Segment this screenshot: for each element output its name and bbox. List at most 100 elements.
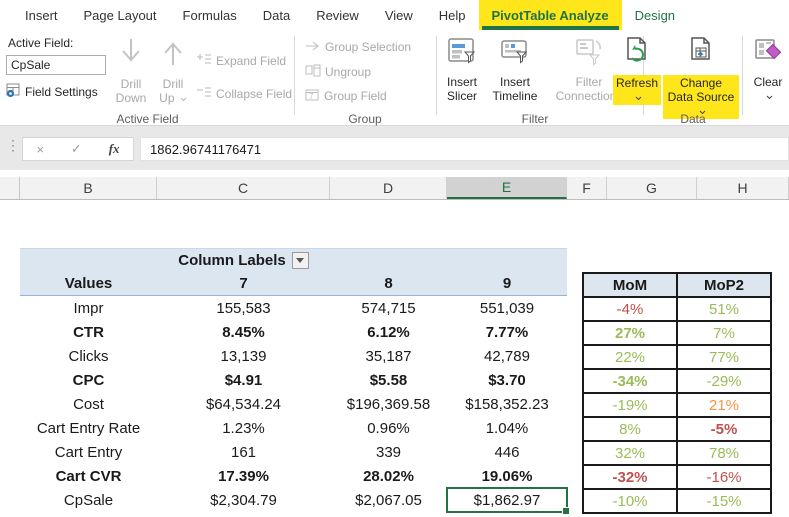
tab-pivottable-analyze[interactable]: PivotTable Analyze	[478, 0, 622, 30]
comparison-cell[interactable]: 77%	[676, 344, 772, 370]
insert-slicer-button[interactable]: Insert Slicer	[440, 36, 484, 103]
refresh-button[interactable]: Refresh	[612, 36, 662, 105]
comparison-cell[interactable]: -19%	[582, 392, 678, 418]
insert-timeline-button[interactable]: Insert Timeline	[486, 36, 544, 103]
pivot-row-label[interactable]: Cart Entry Rate	[20, 416, 157, 440]
tab-formulas[interactable]: Formulas	[170, 0, 250, 30]
pivot-values-label[interactable]: Values	[20, 272, 157, 296]
comparison-cell[interactable]: 32%	[582, 440, 678, 466]
pivot-column-header-8[interactable]: 8	[330, 272, 447, 296]
pivot-cell[interactable]: $4.91	[157, 368, 330, 392]
fx-icon[interactable]: fx	[109, 141, 120, 157]
comparison-cell[interactable]: -4%	[582, 296, 678, 322]
pivot-cell[interactable]: 551,039	[447, 296, 567, 320]
comparison-cell[interactable]: -15%	[676, 488, 772, 514]
pivot-cell[interactable]: $64,534.24	[157, 392, 330, 416]
formula-input[interactable]: 1862.96741176471	[140, 137, 789, 161]
column-header-c[interactable]: C	[157, 177, 330, 199]
field-settings-button[interactable]: Field Settings	[6, 83, 98, 101]
comparison-cell[interactable]: -34%	[582, 368, 678, 394]
pivot-cell[interactable]: $5.58	[330, 368, 447, 392]
pivot-cell[interactable]: 17.39%	[157, 464, 330, 488]
comparison-cell[interactable]: -10%	[582, 488, 678, 514]
active-field-input[interactable]	[6, 55, 106, 75]
tab-page-layout[interactable]: Page Layout	[71, 0, 170, 30]
column-header-stub[interactable]	[0, 177, 20, 199]
comparison-cell[interactable]: 8%	[582, 416, 678, 442]
clear-button[interactable]: Clear	[748, 36, 788, 103]
pivot-cell[interactable]: 13,139	[157, 344, 330, 368]
comparison-cell[interactable]: 21%	[676, 392, 772, 418]
comparison-cell[interactable]: -32%	[582, 464, 678, 490]
column-header-d[interactable]: D	[330, 177, 447, 199]
tab-design[interactable]: Design	[622, 0, 688, 30]
comparison-cell[interactable]: 51%	[676, 296, 772, 322]
pivot-cell[interactable]: 0.96%	[330, 416, 447, 440]
pivot-cell[interactable]: 339	[330, 440, 447, 464]
formula-bar-grip[interactable]: ⋮	[6, 137, 20, 154]
insert-slicer-icon	[447, 36, 477, 71]
column-header-g[interactable]: G	[607, 177, 697, 199]
pivot-cell[interactable]: 1.04%	[447, 416, 567, 440]
pivot-header-cell[interactable]	[447, 248, 567, 272]
pivot-row-label[interactable]: Cost	[20, 392, 157, 416]
comparison-header-mop2[interactable]: MoP2	[676, 272, 772, 298]
pivot-cell[interactable]: 1.23%	[157, 416, 330, 440]
comparison-header-mom[interactable]: MoM	[582, 272, 678, 298]
pivot-cell[interactable]: $2,067.05	[330, 488, 447, 512]
pivot-cell[interactable]: 7.77%	[447, 320, 567, 344]
drill-up-label: Drill Up	[154, 77, 192, 105]
column-header-e[interactable]: E	[447, 177, 567, 199]
pivot-cell[interactable]: 42,789	[447, 344, 567, 368]
comparison-cell[interactable]: 22%	[582, 344, 678, 370]
expand-field-icon	[196, 53, 212, 68]
pivot-column-labels-cell[interactable]: Column Labels	[157, 248, 330, 272]
tab-data[interactable]: Data	[250, 0, 303, 30]
tab-view[interactable]: View	[372, 0, 426, 30]
comparison-row: -10% -15%	[582, 488, 772, 514]
pivot-cell[interactable]: $3.70	[447, 368, 567, 392]
tab-insert[interactable]: Insert	[12, 0, 71, 30]
column-header-b[interactable]: B	[20, 177, 157, 199]
pivot-row-label[interactable]: Impr	[20, 296, 157, 320]
pivot-cell[interactable]: 574,715	[330, 296, 447, 320]
tab-review[interactable]: Review	[303, 0, 372, 30]
pivot-cell[interactable]: 161	[157, 440, 330, 464]
pivot-cell[interactable]: $158,352.23	[447, 392, 567, 416]
pivot-column-header-9[interactable]: 9	[447, 272, 567, 296]
pivot-cell[interactable]: 155,583	[157, 296, 330, 320]
fill-handle[interactable]	[562, 507, 570, 515]
column-header-f[interactable]: F	[567, 177, 607, 199]
pivot-cell-selected[interactable]: $1,862.97	[446, 487, 570, 515]
pivot-header-cell[interactable]	[20, 248, 157, 272]
comparison-cell[interactable]: 27%	[582, 320, 678, 346]
pivot-column-header-7[interactable]: 7	[157, 272, 330, 296]
drill-up-icon	[159, 36, 187, 73]
column-header-h[interactable]: H	[697, 177, 789, 199]
pivot-row-label[interactable]: CpSale	[20, 488, 157, 512]
pivot-cell[interactable]: 446	[447, 440, 567, 464]
pivot-cell[interactable]: $196,369.58	[330, 392, 447, 416]
comparison-cell[interactable]: -16%	[676, 464, 772, 490]
pivot-cell[interactable]: 8.45%	[157, 320, 330, 344]
pivot-cell[interactable]: 28.02%	[330, 464, 447, 488]
column-labels-dropdown-icon[interactable]	[291, 252, 309, 269]
pivot-row-label[interactable]: Clicks	[20, 344, 157, 368]
sheet-area[interactable]: Column Labels Values 7 8 9 Impr 155,583 574,715…	[0, 200, 789, 517]
pivot-row-label[interactable]: Cart CVR	[20, 464, 157, 488]
tab-help[interactable]: Help	[426, 0, 479, 30]
change-data-source-button[interactable]: Change Data Source	[663, 36, 739, 119]
pivot-header-cell[interactable]	[330, 248, 447, 272]
comparison-cell[interactable]: 7%	[676, 320, 772, 346]
pivot-row-label[interactable]: CTR	[20, 320, 157, 344]
comparison-cell[interactable]: -29%	[676, 368, 772, 394]
pivot-row-label[interactable]: CPC	[20, 368, 157, 392]
pivot-cell[interactable]: 19.06%	[447, 464, 567, 488]
pivot-row-label[interactable]: Cart Entry	[20, 440, 157, 464]
ribbon-tab-bar: Insert Page Layout Formulas Data Review View H…	[0, 0, 789, 30]
pivot-cell[interactable]: 35,187	[330, 344, 447, 368]
pivot-cell[interactable]: 6.12%	[330, 320, 447, 344]
comparison-cell[interactable]: 78%	[676, 440, 772, 466]
comparison-cell[interactable]: -5%	[676, 416, 772, 442]
pivot-cell[interactable]: $2,304.79	[157, 488, 330, 512]
